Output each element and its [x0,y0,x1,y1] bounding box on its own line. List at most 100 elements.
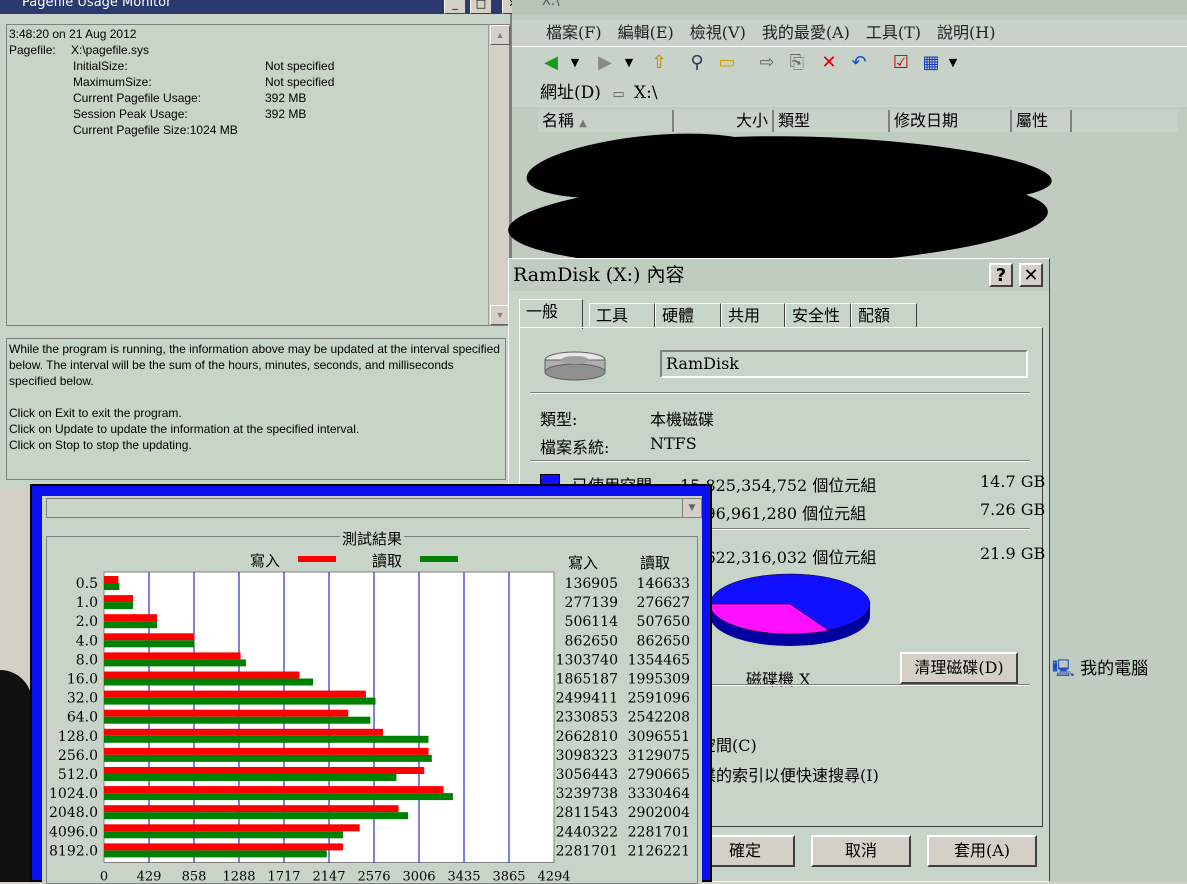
column-type[interactable]: 類型 [774,110,890,132]
menu-view[interactable]: 檢視(V) [690,23,746,42]
back-icon[interactable]: ◀ [540,52,562,74]
tab-quota[interactable]: 配額 [851,303,917,327]
bar-read [104,736,428,743]
views-icon[interactable]: ▦ [920,52,942,74]
dialog-title: RamDisk (X:) 內容 [509,259,1049,291]
value-write: 1303740 [556,652,618,668]
value-write: 862650 [565,633,618,649]
address-bar: 網址(D) ▭ X:\ [512,79,1187,107]
scroll-down-icon[interactable]: ▼ [490,305,510,325]
up-folder-icon[interactable]: ⇧ [648,52,670,74]
value-write: 2281701 [556,843,618,859]
value-read: 1354465 [628,652,690,668]
move-to-icon[interactable]: ⇨ [756,52,778,74]
search-icon[interactable]: ⚲ [686,52,708,74]
value-read: 3330464 [628,786,690,802]
volume-name-input[interactable]: RamDisk [660,350,1028,378]
column-name[interactable]: 名稱 ▲ [538,110,674,132]
close-button[interactable]: ✕ [1019,263,1043,287]
tab-security[interactable]: 安全性 [785,303,851,327]
menu-tools[interactable]: 工具(T) [866,23,921,42]
value-write: 3239738 [556,786,618,802]
instruction-stop: Click on Stop to stop the updating. [9,437,503,453]
bar-write [104,729,383,736]
help-button[interactable]: ? [989,263,1013,287]
forward-dropdown-icon[interactable]: ▼ [618,52,640,74]
bar-read [104,698,375,705]
y-tick-label: 64.0 [67,710,98,726]
column-attributes[interactable]: 屬性 [1012,110,1072,132]
vertical-scrollbar[interactable]: ▲ ▼ [488,25,509,325]
tab-sharing[interactable]: 共用 [721,303,785,327]
value-write: 2440322 [556,824,618,840]
bar-write [104,824,360,831]
value-read: 2591096 [628,691,690,707]
column-modified[interactable]: 修改日期 [890,110,1012,132]
my-computer-item[interactable]: 🖳 我的電腦 [1052,654,1187,684]
value-read: 146633 [637,576,690,592]
y-tick-label: 16.0 [67,672,98,688]
computer-icon: 🖳 [1052,659,1075,679]
column-header: 名稱 ▲ 大小 類型 修改日期 屬性 [538,110,1178,132]
bar-read [104,583,119,590]
initial-size-value: Not specified [265,59,334,73]
used-space-gb: 14.7 GB [980,472,1045,491]
address-input[interactable]: X:\ [634,83,658,103]
type-value: 本機磁碟 [650,406,714,430]
forward-icon[interactable]: ▶ [594,52,616,74]
maximum-size-label: MaximumSize: [73,75,152,89]
tab-hardware[interactable]: 硬體 [655,303,721,327]
value-read: 3129075 [628,748,690,764]
bar-write [104,710,348,717]
current-size-label: Current Pagefile Size:1024 MB [73,123,238,137]
menu-file[interactable]: 檔案(F) [546,23,602,42]
tab-general[interactable]: 一般 [519,299,583,329]
bar-read [104,717,370,724]
maximize-button[interactable]: □ [470,0,492,14]
pagefile-value: X:\pagefile.sys [71,43,149,57]
minimize-button[interactable]: _ [444,0,466,14]
pagefile-label: Pagefile: [9,43,56,57]
copy-to-icon[interactable]: ⎘ [786,52,808,74]
menu-help[interactable]: 說明(H) [937,23,995,42]
y-tick-label: 8.0 [76,652,98,668]
benchmark-window: ▼ 測試結果 寫入 讀取 寫入 讀取 042985812881717214725… [30,484,712,882]
scroll-up-icon[interactable]: ▲ [490,25,510,45]
filesystem-value: NTFS [650,434,697,453]
delete-icon[interactable]: ✕ [818,52,840,74]
value-write: 1865187 [556,672,618,688]
y-tick-label: 2.0 [76,614,98,630]
drive-label: 磁碟機 X [746,666,810,690]
views-dropdown-icon[interactable]: ▼ [942,52,964,74]
value-read: 3096551 [628,729,690,745]
column-size[interactable]: 大小 [674,110,774,132]
folders-icon[interactable]: ▭ [716,52,738,74]
divider [530,460,1030,462]
y-tick-label: 128.0 [58,729,98,745]
tab-tools[interactable]: 工具 [589,303,655,327]
back-dropdown-icon[interactable]: ▼ [564,52,586,74]
spacer [9,389,503,405]
value-write: 2811543 [556,805,618,821]
undo-icon[interactable]: ↶ [848,52,870,74]
cancel-button[interactable]: 取消 [811,835,911,867]
value-read: 507650 [637,614,690,630]
properties-icon[interactable]: ☑ [890,52,912,74]
type-label: 類型: [540,406,577,430]
value-read: 2902004 [628,805,690,821]
value-read: 2126221 [628,843,690,859]
apply-button[interactable]: 套用(A) [927,835,1037,867]
bar-write [104,786,443,793]
column-name-label: 名稱 [542,111,574,130]
bar-write [104,595,133,602]
disk-cleanup-button[interactable]: 清理磁碟(D) [900,652,1018,684]
bar-read [104,774,396,781]
menu-favorites[interactable]: 我的最愛(A) [762,23,850,42]
y-tick-label: 4096.0 [49,824,98,840]
bar-write [104,767,424,774]
bar-write [104,748,429,755]
menu-edit[interactable]: 編輯(E) [618,23,674,42]
bar-read [104,659,246,666]
pagefile-monitor-window: Pagefile Usage Monitor _ □ ✕ 3:48:20 on … [0,0,512,490]
menu-bar: 檔案(F) 編輯(E) 檢視(V) 我的最愛(A) 工具(T) 說明(H) [512,20,1187,46]
